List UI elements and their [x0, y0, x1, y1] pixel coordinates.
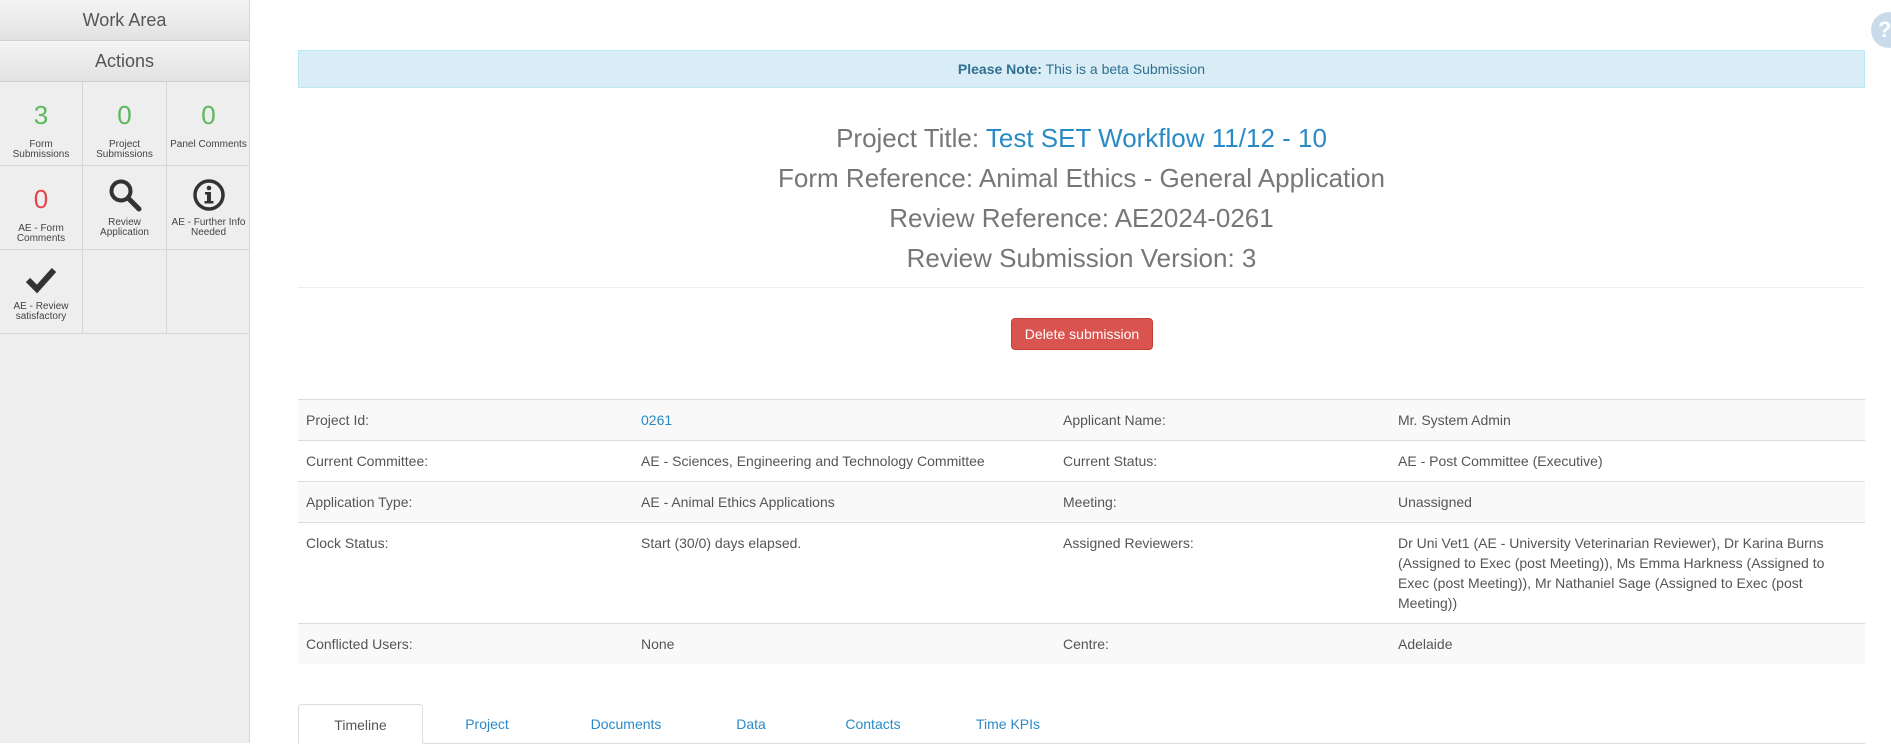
- table-row: Current Committee: AE - Sciences, Engine…: [298, 440, 1865, 482]
- table-row: Application Type: AE - Animal Ethics App…: [298, 481, 1865, 523]
- form-submissions-count: 3: [33, 100, 49, 130]
- project-title: Project Title: Test SET Workflow 11/12 -…: [298, 118, 1865, 158]
- divider: [298, 287, 1865, 288]
- project-id-link[interactable]: 0261: [641, 412, 672, 428]
- tab-data[interactable]: Data: [716, 704, 786, 743]
- applicant-value: Mr. System Admin: [1390, 399, 1865, 441]
- info-circle-icon: [192, 176, 226, 212]
- panel-comments-count: 0: [201, 100, 216, 130]
- tile-label: AE - Further Info Needed: [171, 217, 246, 238]
- tab-documents[interactable]: Documents: [576, 704, 676, 743]
- conflicted-users-label: Conflicted Users:: [298, 623, 633, 664]
- tab-contacts[interactable]: Contacts: [828, 704, 918, 743]
- assigned-reviewers-label: Assigned Reviewers:: [1055, 522, 1390, 624]
- committee-label: Current Committee:: [298, 440, 633, 482]
- tile-review-satisfactory[interactable]: AE - Review satisfactory: [0, 250, 83, 334]
- tile-label: Review Application: [100, 217, 149, 238]
- search-icon: [108, 176, 142, 212]
- tab-time-kpis[interactable]: Time KPIs: [958, 704, 1058, 743]
- tile-review-application[interactable]: Review Application: [83, 166, 167, 250]
- sidebar: Work Area Actions 3 Form Submissions 0 P…: [0, 0, 250, 743]
- tile-form-submissions[interactable]: 3 Form Submissions: [0, 82, 83, 166]
- project-id-label: Project Id:: [298, 399, 633, 441]
- status-value: AE - Post Committee (Executive): [1390, 440, 1865, 482]
- notice-label: Please Note:: [957, 61, 1042, 77]
- notice-text: This is a beta Submission: [1045, 61, 1206, 77]
- application-type-value: AE - Animal Ethics Applications: [633, 481, 1055, 523]
- tile-further-info-needed[interactable]: AE - Further Info Needed: [167, 166, 250, 250]
- applicant-label: Applicant Name:: [1055, 399, 1390, 441]
- tile-label: Panel Comments: [170, 139, 247, 150]
- actions-header[interactable]: Actions: [0, 41, 249, 82]
- detail-tabs: Timeline Project Documents Data Contacts…: [298, 704, 1865, 744]
- project-title-label: Project Title:: [836, 123, 980, 153]
- clock-status-label: Clock Status:: [298, 522, 633, 624]
- submission-details-table: Project Id: 0261 Applicant Name: Mr. Sys…: [298, 399, 1865, 664]
- committee-value: AE - Sciences, Engineering and Technolog…: [633, 440, 1055, 482]
- table-row: Conflicted Users: None Centre: Adelaide: [298, 623, 1865, 664]
- help-icon[interactable]: ?: [1871, 12, 1891, 48]
- meeting-value: Unassigned: [1390, 481, 1865, 523]
- project-title-link[interactable]: Test SET Workflow 11/12 - 10: [986, 123, 1327, 153]
- conflicted-users-value: None: [633, 623, 1055, 664]
- clock-status-value: Start (30/0) days elapsed.: [633, 522, 1055, 624]
- tab-project[interactable]: Project: [445, 704, 529, 743]
- assigned-reviewers-value: Dr Uni Vet1 (AE - University Veterinaria…: [1390, 522, 1865, 624]
- project-submissions-count: 0: [117, 100, 132, 130]
- beta-notice: Please Note: This is a beta Submission: [298, 50, 1865, 88]
- tile-label: Form Submissions: [12, 139, 70, 160]
- review-reference: Review Reference: AE2024-0261: [889, 203, 1274, 233]
- tab-timeline[interactable]: Timeline: [298, 704, 423, 744]
- tile-label: Project Submissions: [96, 139, 153, 160]
- form-reference: Form Reference: Animal Ethics - General …: [778, 163, 1385, 193]
- work-area-header[interactable]: Work Area: [0, 0, 249, 41]
- application-type-label: Application Type:: [298, 481, 633, 523]
- tile-label: AE - Form Comments: [16, 223, 66, 244]
- meeting-label: Meeting:: [1055, 481, 1390, 523]
- empty-tile: [83, 250, 167, 334]
- submission-titles: Project Title: Test SET Workflow 11/12 -…: [298, 118, 1865, 278]
- review-version: Review Submission Version: 3: [906, 243, 1257, 273]
- centre-value: Adelaide: [1390, 623, 1865, 664]
- action-tiles: 3 Form Submissions 0 Project Submissions…: [0, 82, 250, 334]
- centre-label: Centre:: [1055, 623, 1390, 664]
- ae-form-comments-count: 0: [33, 184, 49, 214]
- tile-ae-form-comments[interactable]: 0 AE - Form Comments: [0, 166, 83, 250]
- tile-label: AE - Review satisfactory: [13, 301, 69, 322]
- table-row: Project Id: 0261 Applicant Name: Mr. Sys…: [298, 399, 1865, 441]
- status-label: Current Status:: [1055, 440, 1390, 482]
- table-row: Clock Status: Start (30/0) days elapsed.…: [298, 522, 1865, 624]
- delete-submission-button[interactable]: Delete submission: [1011, 318, 1153, 350]
- tile-panel-comments[interactable]: 0 Panel Comments: [167, 82, 250, 166]
- tile-project-submissions[interactable]: 0 Project Submissions: [83, 82, 167, 166]
- empty-tile: [167, 250, 250, 334]
- check-icon: [24, 260, 58, 296]
